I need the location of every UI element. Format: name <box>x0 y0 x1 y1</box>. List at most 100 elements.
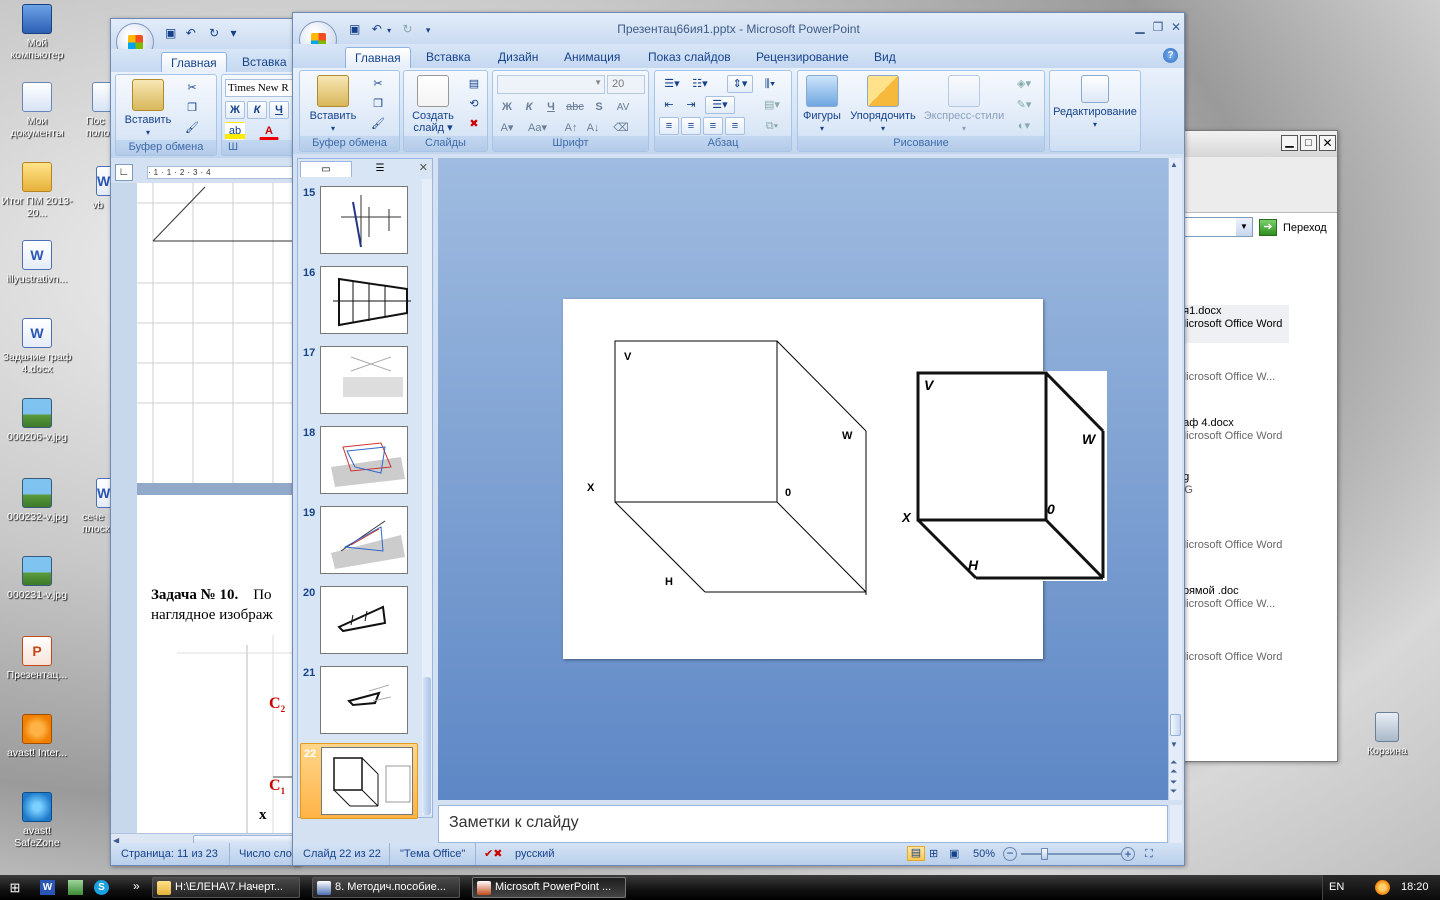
desktop-icon-documents[interactable]: Мои документы <box>0 82 74 139</box>
bold-button[interactable]: Ж <box>225 101 245 119</box>
change-case-icon[interactable]: Aa▾ <box>527 119 547 137</box>
zoom-level[interactable]: 50% <box>973 843 995 865</box>
qat-menu-icon[interactable]: ▾ <box>231 26 237 40</box>
shrink-font-icon[interactable]: A↓ <box>583 119 603 137</box>
scroll-up-icon[interactable]: ▲ <box>1170 160 1178 169</box>
copy-icon[interactable]: ❐ <box>368 95 388 113</box>
tab-2[interactable]: Дизайн <box>489 47 547 68</box>
slide-thumbnail-16[interactable]: 16 <box>300 263 418 339</box>
align-left-icon[interactable]: ≡ <box>659 117 679 135</box>
word-count[interactable]: Число сло <box>229 843 292 865</box>
desktop-icon-avast[interactable]: avast! Inter... <box>0 714 74 759</box>
save-icon[interactable]: ▣ <box>165 26 176 40</box>
grow-font-icon[interactable]: A↑ <box>561 119 581 137</box>
desktop-icon-powerpoint[interactable]: P Презентац... <box>0 636 74 681</box>
desktop-icon-word-doc[interactable]: Willyustrativn... <box>0 240 74 285</box>
scroll-down-icon[interactable]: ▼ <box>1170 740 1178 749</box>
slide-thumbnail-15[interactable]: 15 <box>300 183 418 259</box>
columns-icon[interactable]: ⫼▾ <box>757 75 783 93</box>
tab-home[interactable]: Главная <box>161 52 227 73</box>
close-button[interactable]: ✕ <box>1319 135 1336 151</box>
slide-editor[interactable]: V W X 0 H V W X 0 H <box>438 158 1168 800</box>
close-pane-icon[interactable]: ✕ <box>419 161 428 174</box>
tab-outline[interactable]: ☰ <box>354 161 406 177</box>
redo-icon[interactable]: ↻ <box>209 26 219 40</box>
file-item[interactable]: pgEG <box>1177 471 1289 497</box>
excel-quicklaunch-icon[interactable] <box>68 880 83 895</box>
word-quicklaunch-icon[interactable]: W <box>40 880 55 895</box>
align-text-icon[interactable]: ▤▾ <box>759 96 785 114</box>
slide-thumbnail-21[interactable]: 21 <box>300 663 418 739</box>
align-center-icon[interactable]: ≡ <box>681 117 701 135</box>
file-item[interactable]: Microsoft Office Word <box>1177 651 1289 664</box>
notes-scrollbar[interactable] <box>1170 805 1182 843</box>
language-indicator[interactable]: русский <box>515 843 554 865</box>
font-color-icon[interactable]: A <box>259 122 279 140</box>
zoom-slider-thumb[interactable] <box>1041 848 1048 860</box>
skype-icon[interactable]: S <box>94 880 109 895</box>
tab-3[interactable]: Анимация <box>555 47 629 68</box>
desktop-icon-trash[interactable]: Корзина <box>1350 712 1424 757</box>
zoom-out-icon[interactable]: − <box>1003 847 1017 861</box>
format-painter-icon[interactable]: 🖌 <box>182 119 202 137</box>
editing-button[interactable]: Редактирование ▾ <box>1050 75 1140 131</box>
delete-slide-icon[interactable]: ✖ <box>464 115 484 133</box>
decrease-indent-icon[interactable]: ⇤ <box>659 96 679 114</box>
tab-slides[interactable]: ▭ <box>300 161 352 177</box>
layout-icon[interactable]: ▤ <box>464 75 484 93</box>
fit-to-window-icon[interactable]: ⛶ <box>1145 843 1153 865</box>
undo-icon[interactable]: ↶ <box>186 26 196 40</box>
taskbar-item[interactable]: H:\ЕЛЕНА\7.Начерт... <box>152 877 300 898</box>
start-button[interactable]: ⊞ <box>4 879 26 896</box>
taskbar-item[interactable]: Microsoft PowerPoint ... <box>472 877 626 898</box>
tab-selector-icon[interactable]: ∟ <box>115 164 133 181</box>
underline-button[interactable]: Ч <box>541 98 561 116</box>
minimize-button[interactable]: ▁ <box>1281 135 1298 151</box>
slide-sorter-icon[interactable]: ⊞ <box>929 843 938 865</box>
arrange-button[interactable]: Упорядочить ▾ <box>844 75 922 135</box>
slide-thumbnail-22[interactable]: 22 <box>300 743 418 819</box>
address-bar[interactable]: ▼ <box>1177 217 1253 237</box>
file-item[interactable]: Microsoft Office Word <box>1177 539 1289 552</box>
restore-button[interactable]: ❐ <box>1149 19 1167 35</box>
language-indicator[interactable]: EN <box>1329 881 1344 893</box>
italic-button[interactable]: К <box>519 98 539 116</box>
desktop-icon-image[interactable]: 000206-v.jpg <box>0 398 74 443</box>
tab-0[interactable]: Главная <box>345 47 411 68</box>
scroll-thumb[interactable] <box>1170 714 1181 736</box>
minimize-button[interactable]: ▁ <box>1131 19 1149 35</box>
bullets-icon[interactable]: ☰▾ <box>659 75 685 93</box>
desktop-icon-image[interactable]: 000231-v.jpg <box>0 556 74 601</box>
scanned-cube-image[interactable]: V W X 0 H <box>902 371 1107 581</box>
reset-slide-icon[interactable]: ⟲ <box>464 95 484 113</box>
slide-thumbnail-17[interactable]: 17 <box>300 343 418 419</box>
document-area[interactable]: Задача № 10. По наглядное изображ C2 C1 … <box>137 183 301 833</box>
file-item[interactable]: прямой .doc Microsoft Office W... <box>1177 585 1289 611</box>
slide-vertical-scrollbar[interactable]: ▲ ▼ ⏶ ⏶ ⏷ ⏷ <box>1168 158 1182 800</box>
tab-4[interactable]: Показ слайдов <box>639 47 740 68</box>
paste-button[interactable]: Вставить ▾ <box>308 75 358 135</box>
shadow-button[interactable]: S <box>589 98 609 116</box>
desktop-icon-computer[interactable]: Мой компьютер <box>0 4 74 61</box>
clear-format-icon[interactable]: ⌫ <box>611 119 631 137</box>
scroll-thumb[interactable] <box>423 677 431 815</box>
taskbar-item[interactable]: 8. Методич.пособие... <box>312 877 460 898</box>
file-item[interactable]: раф 4.docx Microsoft Office Word <box>1177 417 1289 443</box>
quick-styles-button[interactable]: Экспресс-стили ▾ <box>920 75 1008 135</box>
thumbnail-scrollbar[interactable] <box>422 179 432 815</box>
spellcheck-icon[interactable]: ✔✖ <box>475 843 502 865</box>
file-item[interactable]: Microsoft Office W... <box>1177 371 1289 384</box>
slide-indicator[interactable]: Слайд 22 из 22 <box>303 843 381 865</box>
maximize-button[interactable]: □ <box>1300 135 1317 151</box>
slide-thumbnail-19[interactable]: 19 <box>300 503 418 579</box>
desktop-icon-word-doc[interactable]: W Задание граф 4.docx <box>0 318 74 375</box>
previous-slide-icon[interactable]: ⏶ ⏶ <box>1170 758 1177 776</box>
font-color-icon[interactable]: A▾ <box>497 119 517 137</box>
strikethrough-button[interactable]: abc <box>565 98 585 116</box>
copy-icon[interactable]: ❐ <box>182 99 202 117</box>
tab-1[interactable]: Вставка <box>417 47 480 68</box>
file-item[interactable]: ия1.docx Microsoft Office Word <box>1177 305 1289 343</box>
align-right-icon[interactable]: ≡ <box>703 117 723 135</box>
font-size-input[interactable]: 20 <box>607 75 645 94</box>
shape-fill-icon[interactable]: ◈▾ <box>1010 75 1038 93</box>
